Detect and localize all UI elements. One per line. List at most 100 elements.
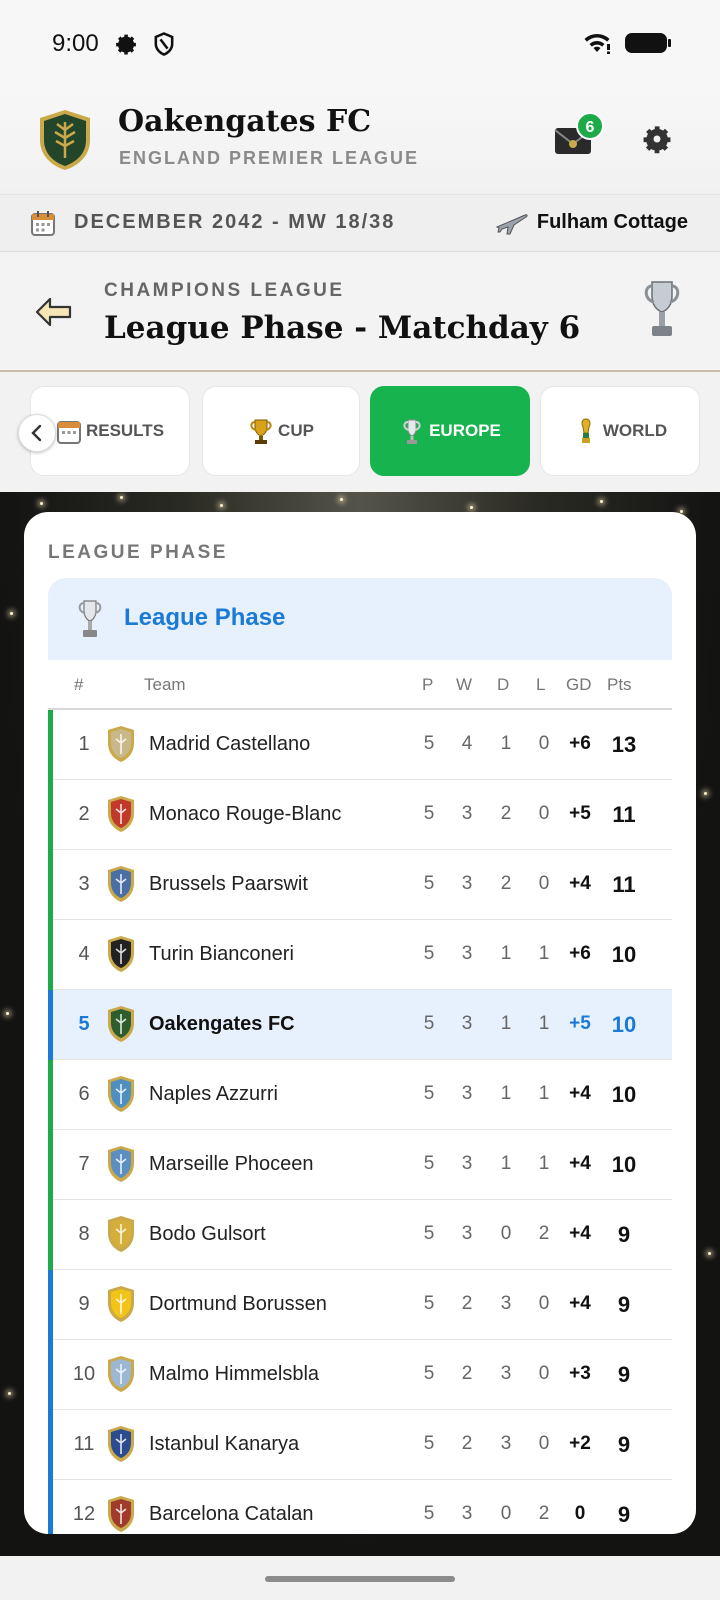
table-row[interactable]: 11 Istanbul Kanarya 5 2 3 0 +2 9	[48, 1410, 672, 1480]
tab-world[interactable]: WORLD	[540, 386, 700, 476]
wifi-icon	[584, 33, 610, 54]
tab-world-label: WORLD	[602, 421, 668, 440]
stat-drawn: 2	[500, 873, 512, 894]
row-position: 3	[78, 873, 90, 895]
next-venue: Fulham Cottage	[536, 211, 688, 233]
row-position: 5	[78, 1013, 90, 1035]
stat-won: 2	[461, 1433, 473, 1454]
stat-lost: 1	[538, 1013, 550, 1034]
team-name: Bodo Gulsort	[149, 1223, 266, 1245]
stat-points: 10	[611, 1012, 637, 1037]
team-crest-icon	[108, 1146, 134, 1182]
battery-icon	[625, 33, 671, 53]
system-navigation-bar	[0, 1556, 720, 1600]
world-trophy-icon	[581, 418, 591, 443]
table-row-own-club[interactable]: 5 Oakengates FC 5 3 1 1 +5 10	[48, 990, 672, 1060]
row-position: 1	[78, 733, 90, 755]
stat-won: 3	[461, 1013, 473, 1034]
team-name: Malmo Himmelsbla	[149, 1363, 320, 1385]
standings-card: LEAGUE PHASE League Phase # Team P W D L…	[24, 512, 696, 1534]
group-name: League Phase	[124, 604, 286, 631]
stat-lost: 0	[538, 1433, 550, 1454]
team-name: Brussels Paarswit	[149, 873, 308, 895]
back-arrow-icon[interactable]	[34, 296, 74, 328]
qualification-zone-bar	[48, 1480, 53, 1534]
group-header: League Phase	[48, 578, 672, 660]
team-name: Madrid Castellano	[149, 733, 311, 755]
stat-played: 5	[423, 1363, 435, 1384]
stat-lost: 2	[538, 1223, 550, 1244]
stat-drawn: 3	[500, 1363, 512, 1384]
stat-points: 9	[617, 1502, 631, 1527]
table-row[interactable]: 1 Madrid Castellano 5 4 1 0 +6 13	[48, 710, 672, 780]
tab-cup[interactable]: CUP	[202, 386, 360, 476]
airplane-icon	[495, 214, 528, 235]
qualification-zone-bar	[48, 1130, 53, 1200]
cup-trophy-icon	[250, 419, 272, 444]
stat-won: 2	[461, 1363, 473, 1384]
section-title: LEAGUE PHASE	[48, 542, 228, 563]
status-time: 9:00	[52, 30, 99, 57]
team-crest-icon	[108, 726, 134, 762]
table-row[interactable]: 8 Bodo Gulsort 5 3 0 2 +4 9	[48, 1200, 672, 1270]
table-row[interactable]: 6 Naples Azzurri 5 3 1 1 +4 10	[48, 1060, 672, 1130]
stat-goal-difference: +4	[569, 1293, 591, 1314]
team-crest-icon	[108, 1076, 134, 1112]
page-title: League Phase - Matchday 6	[104, 310, 581, 346]
col-played-header: P	[422, 675, 434, 694]
stat-lost: 0	[538, 803, 550, 824]
table-row[interactable]: 7 Marseille Phoceen 5 3 1 1 +4 10	[48, 1130, 672, 1200]
qualification-zone-bar	[48, 1340, 53, 1410]
mail-count-badge: 6	[576, 112, 604, 140]
stat-played: 5	[423, 1223, 435, 1244]
team-crest-icon	[108, 1216, 134, 1252]
table-row[interactable]: 10 Malmo Himmelsbla 5 2 3 0 +3 9	[48, 1340, 672, 1410]
tab-europe-label: EUROPE	[429, 421, 501, 440]
table-row[interactable]: 3 Brussels Paarswit 5 3 2 0 +4 11	[48, 850, 672, 920]
table-row[interactable]: 4 Turin Bianconeri 5 3 1 1 +6 10	[48, 920, 672, 990]
row-position: 12	[72, 1503, 96, 1525]
stat-lost: 0	[538, 1293, 550, 1314]
tabs-scroll-left-button[interactable]	[18, 414, 56, 452]
table-row[interactable]: 9 Dortmund Borussen 5 2 3 0 +4 9	[48, 1270, 672, 1340]
stat-drawn: 1	[500, 733, 512, 754]
stat-points: 13	[611, 732, 637, 757]
section-tabs: RESULTS CUP EUROPE WORLD	[0, 372, 720, 492]
stat-played: 5	[423, 1153, 435, 1174]
team-crest-icon	[108, 866, 134, 902]
stat-goal-difference: +4	[569, 1153, 591, 1174]
team-name: Marseille Phoceen	[149, 1153, 314, 1175]
stat-points: 9	[617, 1222, 631, 1247]
row-position: 2	[78, 803, 90, 825]
stat-drawn: 1	[500, 943, 512, 964]
stat-lost: 2	[538, 1503, 550, 1524]
home-gesture-bar[interactable]	[265, 1576, 455, 1582]
stat-played: 5	[423, 943, 435, 964]
stat-points: 10	[611, 942, 637, 967]
stat-points: 9	[617, 1362, 631, 1387]
stat-played: 5	[423, 733, 435, 754]
col-won-header: W	[456, 675, 473, 694]
stat-lost: 0	[538, 873, 550, 894]
col-pts-header: Pts	[607, 675, 632, 694]
stat-played: 5	[423, 803, 435, 824]
table-row[interactable]: 12 Barcelona Catalan 5 3 0 2 0 9	[48, 1480, 672, 1534]
league-name: ENGLAND PREMIER LEAGUE	[119, 148, 420, 168]
team-crest-icon	[108, 1006, 134, 1042]
col-team-header: Team	[144, 675, 186, 694]
table-row[interactable]: 2 Monaco Rouge-Blanc 5 3 2 0 +5 11	[48, 780, 672, 850]
gear-icon[interactable]	[638, 120, 676, 158]
stat-drawn: 3	[500, 1433, 512, 1454]
club-name: Oakengates FC	[118, 104, 372, 139]
row-position: 4	[78, 943, 90, 965]
tab-europe[interactable]: EUROPE	[370, 386, 530, 476]
stat-played: 5	[423, 873, 435, 894]
chevron-left-icon	[31, 424, 42, 442]
settings-status-icon	[116, 34, 136, 55]
champions-trophy-icon	[78, 600, 102, 637]
col-drawn-header: D	[497, 675, 510, 694]
row-position: 6	[78, 1083, 90, 1105]
stat-played: 5	[423, 1083, 435, 1104]
stat-played: 5	[423, 1013, 435, 1034]
qualification-zone-bar	[48, 990, 53, 1060]
